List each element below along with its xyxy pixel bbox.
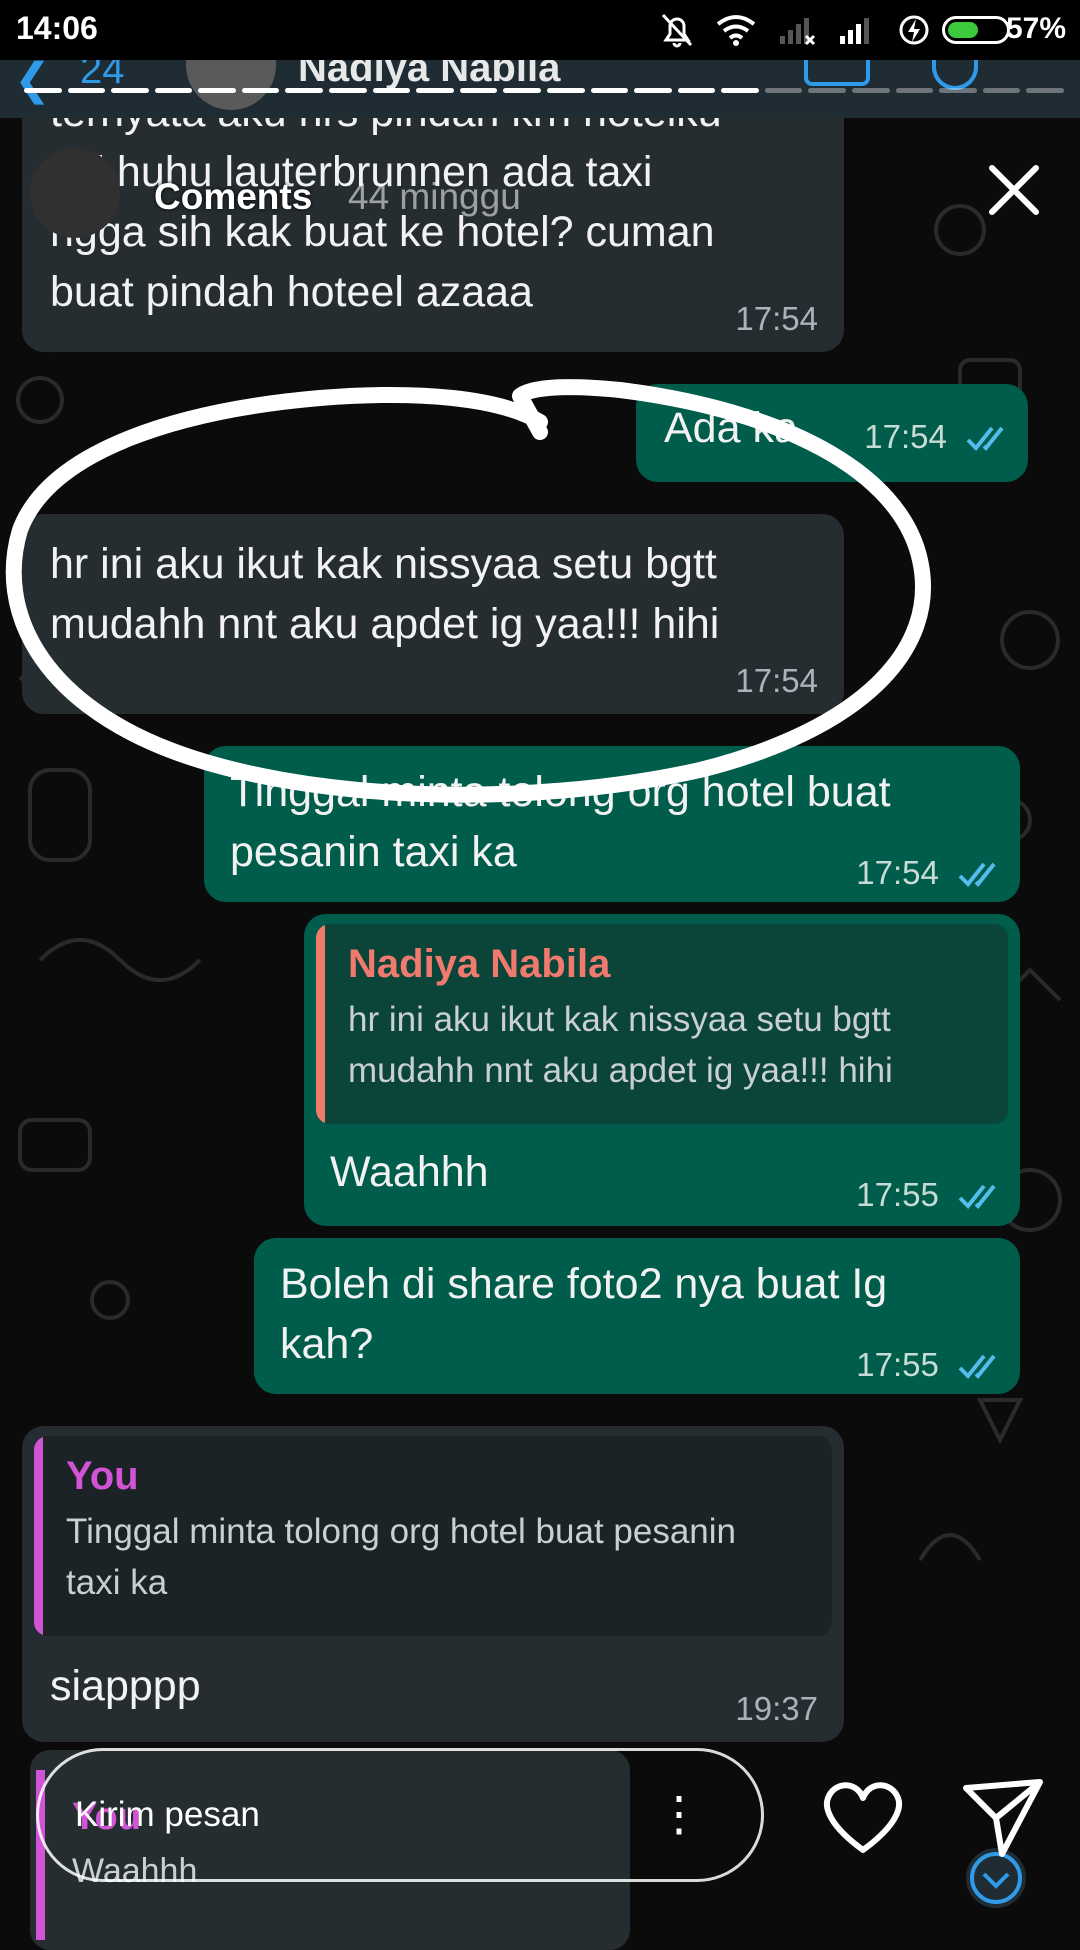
video-call-icon[interactable] <box>804 60 870 86</box>
message-meta: 17:55 <box>856 1176 1002 1214</box>
story-progress-segment <box>895 88 934 93</box>
wifi-icon <box>716 15 756 46</box>
reply-placeholder: Kirim pesan <box>75 1795 260 1834</box>
send-icon[interactable] <box>962 1776 1044 1858</box>
story-progress-segment <box>677 88 716 93</box>
reply-input[interactable]: Kirim pesan ⋮ <box>36 1748 764 1882</box>
quoted-message[interactable]: You Tinggal minta tolong org hotel buat … <box>34 1436 832 1636</box>
message-meta: 17:55 <box>856 1346 1002 1384</box>
signal-2-icon <box>840 18 869 44</box>
heart-icon[interactable] <box>820 1778 906 1858</box>
status-bar: 14:06 57% <box>0 0 1080 60</box>
charging-icon <box>899 15 929 45</box>
story-progress-segment <box>154 88 193 93</box>
mute-notification-icon <box>661 13 693 48</box>
message-meta: 17:54 <box>856 854 1002 892</box>
message-text: Waahhh <box>330 1148 489 1196</box>
battery-icon <box>942 16 1010 44</box>
message-time: 19:37 <box>735 1690 818 1727</box>
message-time: 17:55 <box>856 1346 939 1383</box>
double-check-icon <box>958 1185 996 1210</box>
story-progress-segment <box>1026 88 1064 93</box>
signal-1-icon <box>780 18 816 46</box>
story-progress-segment <box>67 88 106 93</box>
quote-bar <box>316 924 325 1124</box>
story-progress-segment <box>546 88 585 93</box>
story-avatar[interactable] <box>30 148 120 238</box>
message-text: siapppp <box>50 1662 201 1710</box>
message-text: hr ini aku ikut kak nissyaa setu bgtt mu… <box>50 540 720 648</box>
story-progress-segment <box>285 88 324 93</box>
more-vertical-icon[interactable]: ⋮ <box>655 1785 703 1845</box>
status-icons <box>660 12 930 48</box>
story-progress-segment <box>721 88 759 93</box>
message-bubble-incoming-reply[interactable]: You Tinggal minta tolong org hotel buat … <box>22 1426 844 1742</box>
story-progress-segment <box>982 88 1021 93</box>
story-progress-segment <box>590 88 629 93</box>
quoted-sender: You <box>66 1454 139 1498</box>
message-bubble-outgoing[interactable]: Boleh di share foto2 nya buat Ig kah? 17… <box>254 1238 1020 1394</box>
message-bubble-outgoing-reply[interactable]: Nadiya Nabila hr ini aku ikut kak nissya… <box>304 914 1020 1226</box>
story-progress-segment <box>764 88 803 93</box>
quoted-message[interactable]: Nadiya Nabila hr ini aku ikut kak nissya… <box>316 924 1008 1124</box>
story-progress-segment <box>198 88 236 93</box>
story-progress-segment <box>503 88 541 93</box>
double-check-icon <box>958 863 996 888</box>
quoted-text: Tinggal minta tolong org hotel buat pesa… <box>66 1512 736 1602</box>
message-time: 17:54 <box>735 662 818 699</box>
message-time: 17:54 <box>735 300 818 337</box>
message-time: 17:55 <box>856 1176 939 1213</box>
quoted-sender: Nadiya Nabila <box>348 942 611 986</box>
story-username[interactable]: Coments <box>154 176 312 218</box>
contact-avatar <box>186 60 276 110</box>
story-progress-segment <box>634 88 672 93</box>
story-progress-segment <box>372 88 411 93</box>
message-time: 17:54 <box>856 854 939 891</box>
message-bubble-outgoing[interactable]: Tinggal minta tolong org hotel buat pesa… <box>204 746 1020 902</box>
story-timestamp: 44 minggu <box>348 176 521 217</box>
story-progress-segment <box>24 88 62 93</box>
story-progress-bar <box>24 88 1064 96</box>
quoted-text: hr ini aku ikut kak nissyaa setu bgtt mu… <box>348 1000 893 1090</box>
story-progress-segment <box>416 88 454 93</box>
battery-level <box>948 22 979 38</box>
double-check-icon <box>966 427 1004 452</box>
status-time: 14:06 <box>16 10 98 46</box>
phone-call-icon[interactable] <box>932 60 978 90</box>
message-bubble-outgoing[interactable]: Ada ka 17:54 <box>636 384 1028 482</box>
story-progress-segment <box>329 88 367 93</box>
message-text: Ada ka <box>664 404 798 452</box>
back-arrow-icon[interactable]: ❮ <box>14 60 51 105</box>
story-progress-segment <box>808 88 846 93</box>
story-progress-segment <box>851 88 890 93</box>
message-meta: 17:54 <box>864 418 1010 456</box>
message-bubble-incoming[interactable]: hr ini aku ikut kak nissyaa setu bgtt mu… <box>22 514 844 714</box>
message-bubble-incoming[interactable]: ternyata aku hrs pindah krn hotelku full… <box>22 88 844 352</box>
contact-name: Nadiya Nabila <box>298 60 561 90</box>
quote-bar <box>34 1436 43 1636</box>
double-check-icon <box>958 1355 996 1380</box>
message-time: 17:54 <box>864 418 947 455</box>
story-progress-segment <box>459 88 498 93</box>
story-progress-segment <box>939 88 977 93</box>
battery-percent: 57% <box>1005 12 1066 45</box>
story-progress-segment <box>111 88 149 93</box>
story-progress-segment <box>241 88 280 93</box>
close-icon[interactable] <box>984 160 1044 220</box>
